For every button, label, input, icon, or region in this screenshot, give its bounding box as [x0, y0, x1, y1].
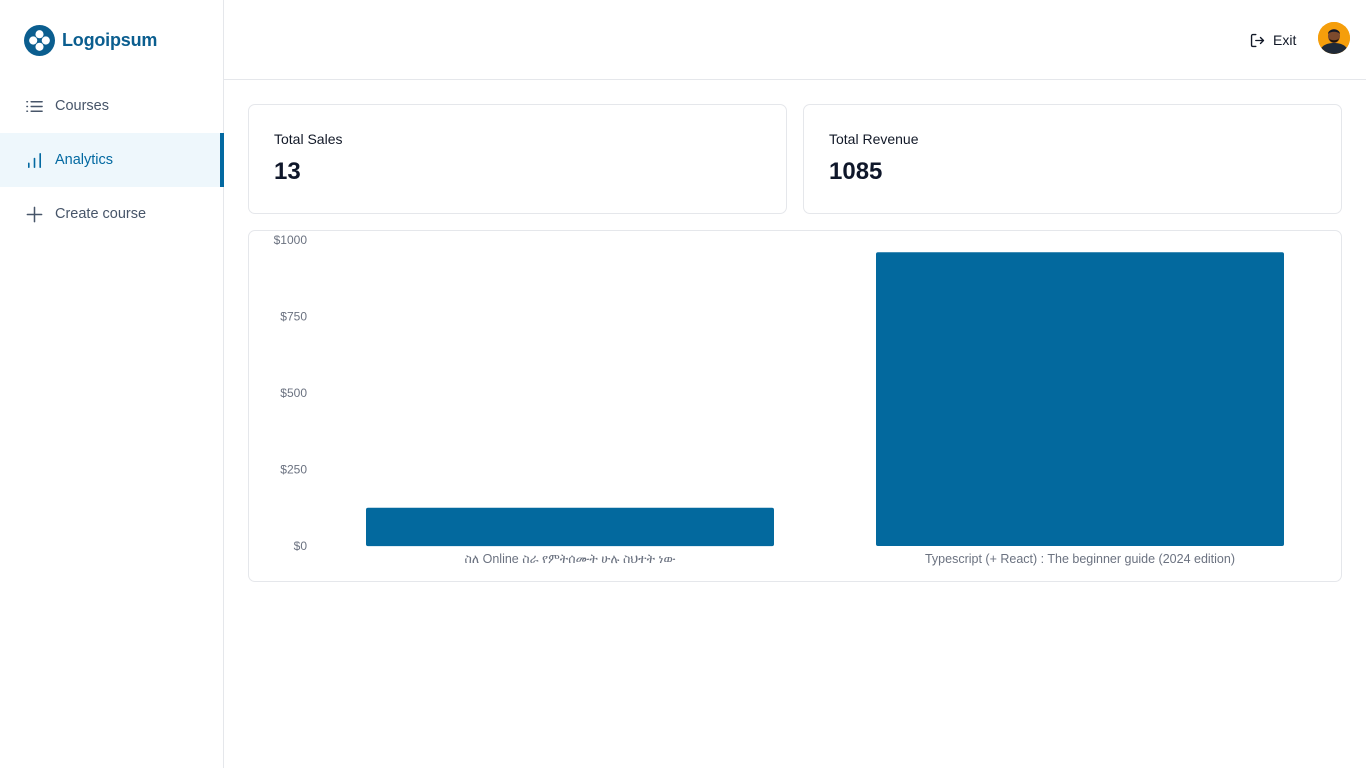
chart-bar[interactable] — [366, 507, 774, 547]
y-tick-label: $0 — [294, 539, 308, 553]
user-avatar-icon — [1318, 22, 1350, 54]
x-tick-label: ስለ Online ስራ የምትሰሙት ሁሉ ስህተት ነው — [464, 552, 676, 566]
logout-icon — [1250, 33, 1265, 47]
logo-mark-icon — [24, 24, 55, 56]
y-tick-label: $500 — [280, 386, 307, 400]
chart-bar[interactable] — [876, 252, 1284, 546]
logo-text: Logoipsum — [62, 29, 158, 50]
sidebar-nav: Courses Analytics Create course — [0, 79, 224, 241]
total-revenue-value: 1085 — [829, 158, 883, 185]
exit-button[interactable]: Exit — [1249, 30, 1296, 50]
app-root: Logoipsum Courses Analytics Create cours… — [0, 0, 1366, 768]
total-revenue-card: Total Revenue 1085 — [803, 104, 1342, 214]
list-icon — [25, 97, 44, 116]
total-sales-value: 13 — [274, 158, 301, 185]
total-revenue-label: Total Revenue — [829, 131, 919, 147]
sidebar-item-create-course[interactable]: Create course — [0, 187, 223, 241]
x-tick-label: Typescript (+ React) : The beginner guid… — [925, 552, 1235, 566]
sidebar-item-courses[interactable]: Courses — [0, 79, 223, 133]
sidebar-item-label: Create course — [55, 206, 147, 222]
user-avatar[interactable] — [1318, 22, 1350, 54]
bar-chart-icon — [25, 151, 44, 170]
logo[interactable]: Logoipsum — [24, 24, 157, 56]
sidebar: Logoipsum Courses Analytics Create cours… — [0, 0, 224, 768]
sidebar-item-label: Analytics — [55, 152, 114, 168]
sidebar-item-analytics[interactable]: Analytics — [0, 133, 224, 187]
plus-icon — [25, 205, 44, 224]
y-tick-label: $250 — [280, 463, 307, 477]
revenue-chart-card: $0 $250 $500 $750 $1000 ስለ Online ስራ የምትሰሙት ሁ… — [248, 230, 1342, 582]
total-sales-card: Total Sales 13 — [248, 104, 787, 214]
y-tick-label: $750 — [280, 310, 307, 324]
sidebar-item-label: Courses — [55, 98, 109, 114]
top-header: Exit — [224, 0, 1366, 80]
y-tick-label: $1000 — [274, 233, 308, 247]
exit-label: Exit — [1273, 32, 1297, 48]
total-sales-label: Total Sales — [274, 131, 343, 147]
revenue-bar-chart: $0 $250 $500 $750 $1000 ስለ Online ስራ የምትሰሙት ሁ… — [274, 233, 1284, 566]
